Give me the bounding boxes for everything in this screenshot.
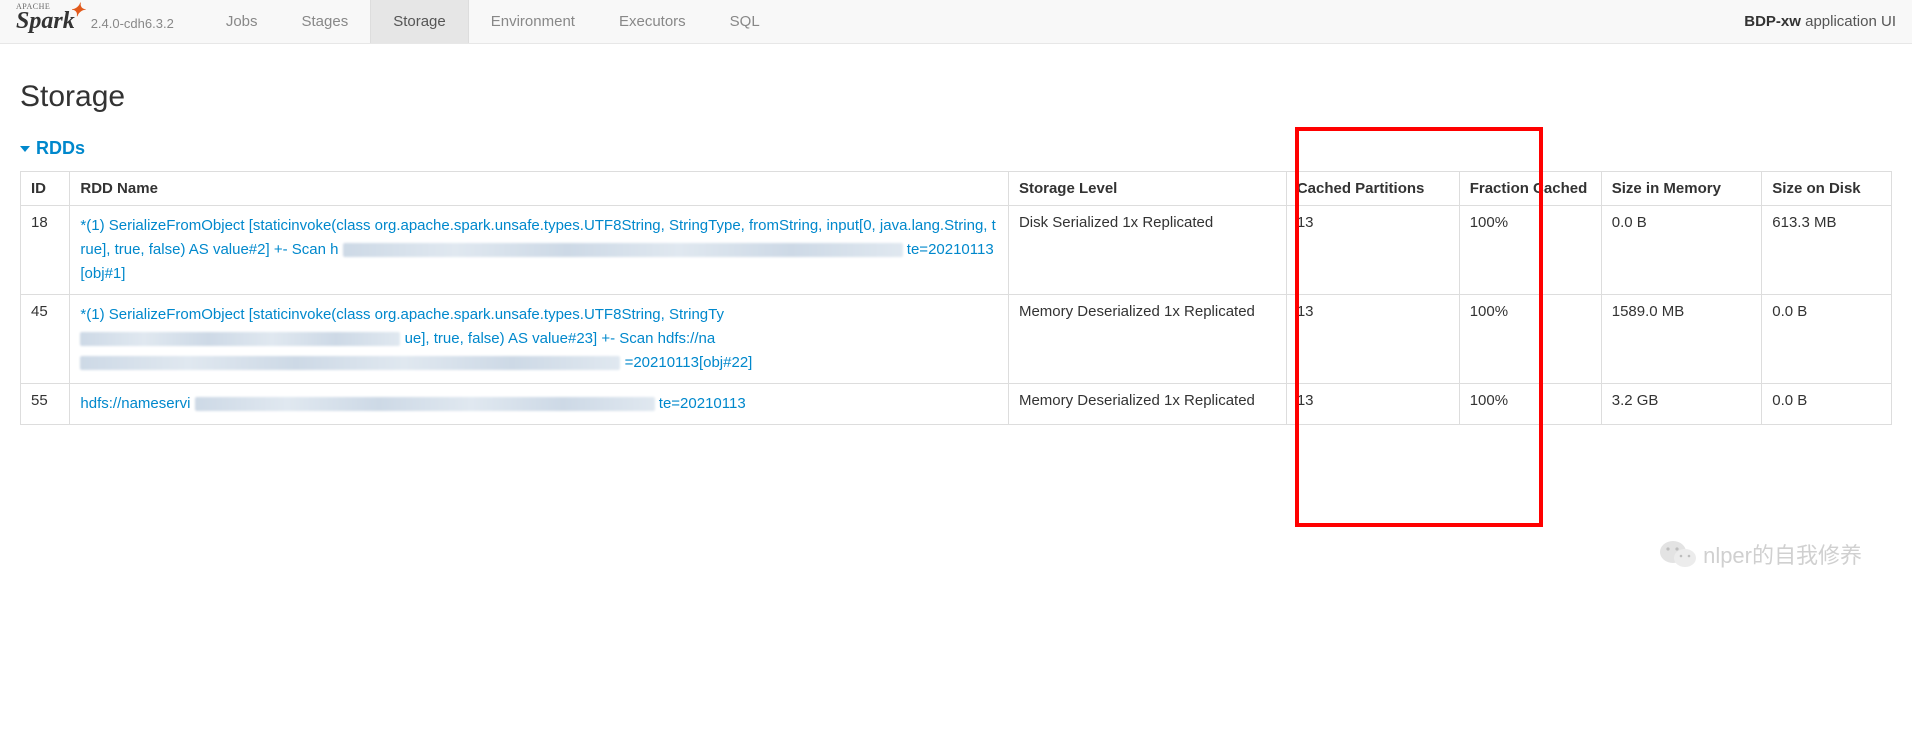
redacted-icon — [80, 356, 620, 370]
cell-id: 45 — [21, 295, 70, 384]
cell-mem: 3.2 GB — [1601, 384, 1762, 425]
section-label: RDDs — [36, 138, 85, 159]
cell-cached: 13 — [1286, 206, 1459, 295]
app-name: BDP-xw — [1744, 13, 1801, 30]
rdd-name-text: hdfs://nameservi — [80, 395, 190, 412]
spark-star-icon: ✦ — [70, 0, 85, 21]
rdd-table: ID RDD Name Storage Level Cached Partiti… — [20, 171, 1892, 425]
th-id[interactable]: ID — [21, 172, 70, 206]
th-cached[interactable]: Cached Partitions — [1286, 172, 1459, 206]
brand-name: Spark — [16, 8, 75, 34]
navbar: APACHE Spark ✦ 2.4.0-cdh6.3.2 Jobs Stage… — [0, 0, 1912, 44]
tab-storage[interactable]: Storage — [370, 0, 469, 43]
table-row: 18 *(1) SerializeFromObject [staticinvok… — [21, 206, 1892, 295]
cell-name: *(1) SerializeFromObject [staticinvoke(c… — [70, 206, 1009, 295]
rdd-link[interactable]: hdfs://nameservi te=20210113 — [80, 395, 745, 412]
redacted-icon — [343, 243, 903, 257]
app-title: BDP-xw application UI — [1744, 13, 1896, 30]
tab-jobs[interactable]: Jobs — [204, 0, 280, 43]
caret-down-icon — [20, 146, 30, 152]
redacted-icon — [80, 332, 400, 346]
table-row: 45 *(1) SerializeFromObject [staticinvok… — [21, 295, 1892, 384]
cell-fraction: 100% — [1459, 384, 1601, 425]
cell-storage: Memory Deserialized 1x Replicated — [1008, 295, 1286, 384]
cell-fraction: 100% — [1459, 295, 1601, 384]
cell-cached: 13 — [1286, 295, 1459, 384]
cell-disk: 613.3 MB — [1762, 206, 1892, 295]
th-mem[interactable]: Size in Memory — [1601, 172, 1762, 206]
rdd-link[interactable]: *(1) SerializeFromObject [staticinvoke(c… — [80, 306, 752, 371]
redacted-icon — [195, 397, 655, 411]
cell-disk: 0.0 B — [1762, 384, 1892, 425]
tab-executors[interactable]: Executors — [597, 0, 708, 43]
brand[interactable]: APACHE Spark ✦ 2.4.0-cdh6.3.2 — [16, 8, 174, 35]
nav-tabs: Jobs Stages Storage Environment Executor… — [204, 0, 782, 43]
spark-logo: APACHE Spark ✦ — [16, 8, 75, 35]
rdds-section-toggle[interactable]: RDDs — [20, 138, 1892, 159]
rdd-name-text: ue], true, false) AS value#23] +- Scan h… — [405, 330, 716, 347]
rdd-link[interactable]: *(1) SerializeFromObject [staticinvoke(c… — [80, 217, 995, 282]
cell-mem: 0.0 B — [1601, 206, 1762, 295]
tab-environment[interactable]: Environment — [469, 0, 597, 43]
app-suffix: application UI — [1805, 13, 1896, 30]
cell-fraction: 100% — [1459, 206, 1601, 295]
table-row: 55 hdfs://nameservi te=20210113 Memory D… — [21, 384, 1892, 425]
cell-storage: Disk Serialized 1x Replicated — [1008, 206, 1286, 295]
rdd-name-text: =20210113[obj#22] — [625, 354, 753, 371]
tab-sql[interactable]: SQL — [708, 0, 782, 43]
table-wrapper: ID RDD Name Storage Level Cached Partiti… — [20, 171, 1892, 425]
cell-cached: 13 — [1286, 384, 1459, 425]
rdd-name-text: te=20210113 — [659, 395, 746, 412]
rdd-name-text: *(1) SerializeFromObject [staticinvoke(c… — [80, 306, 724, 323]
th-disk[interactable]: Size on Disk — [1762, 172, 1892, 206]
content: Storage RDDs ID RDD Name Storage Level C… — [0, 44, 1912, 545]
cell-name: hdfs://nameservi te=20210113 — [70, 384, 1009, 425]
cell-name: *(1) SerializeFromObject [staticinvoke(c… — [70, 295, 1009, 384]
cell-id: 55 — [21, 384, 70, 425]
cell-storage: Memory Deserialized 1x Replicated — [1008, 384, 1286, 425]
th-fraction[interactable]: Fraction Cached — [1459, 172, 1601, 206]
th-storage[interactable]: Storage Level — [1008, 172, 1286, 206]
th-name[interactable]: RDD Name — [70, 172, 1009, 206]
cell-mem: 1589.0 MB — [1601, 295, 1762, 384]
brand-version: 2.4.0-cdh6.3.2 — [91, 16, 174, 31]
tab-stages[interactable]: Stages — [280, 0, 371, 43]
cell-id: 18 — [21, 206, 70, 295]
cell-disk: 0.0 B — [1762, 295, 1892, 384]
brand-apache-label: APACHE — [16, 2, 50, 11]
table-header-row: ID RDD Name Storage Level Cached Partiti… — [21, 172, 1892, 206]
page-title: Storage — [20, 80, 1892, 114]
